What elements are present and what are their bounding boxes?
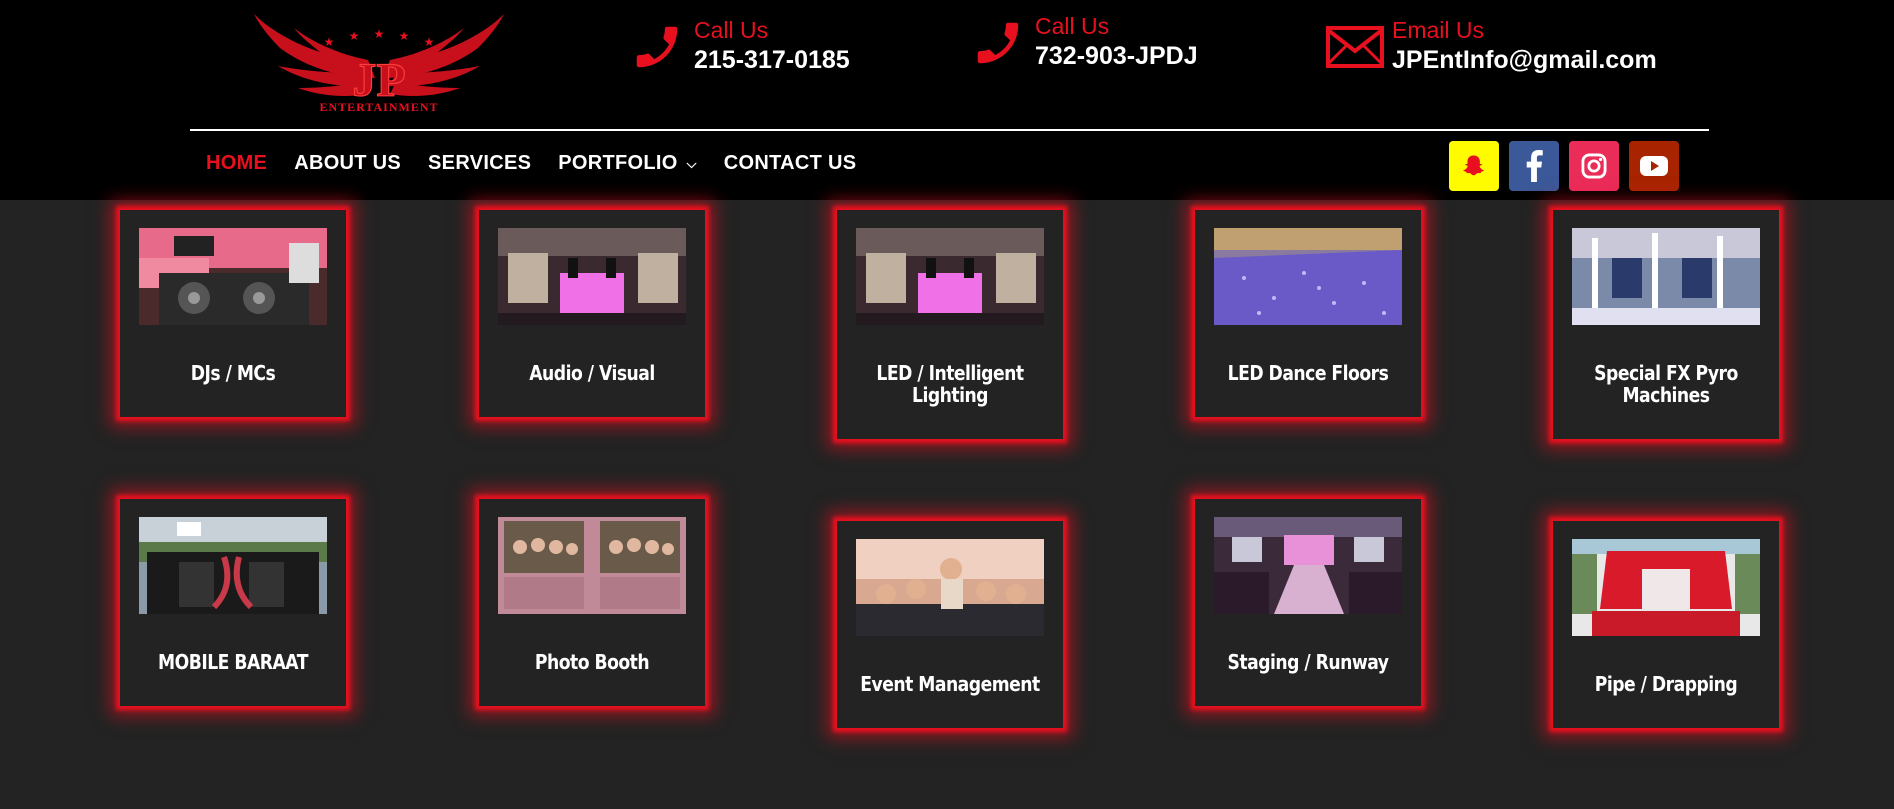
header-divider — [190, 129, 1709, 131]
service-card-djs-mcs[interactable]: DJs / MCs — [120, 210, 346, 417]
social-links — [1449, 141, 1689, 191]
service-title: DJs / MCs — [190, 361, 276, 385]
phone-icon — [967, 12, 1029, 74]
contact-label: Call Us — [694, 17, 769, 43]
nav-item-portfolio[interactable]: PORTFOLIO ⌵ — [558, 152, 697, 175]
youtube-icon — [1640, 156, 1668, 176]
snapchat-icon — [1463, 155, 1485, 176]
facebook-icon — [1526, 150, 1543, 182]
nav-item-services[interactable]: SERVICES — [428, 152, 531, 175]
nav-item-about-us[interactable]: ABOUT US — [294, 152, 401, 175]
service-title: Pipe / Drapping — [1594, 672, 1738, 696]
service-card-special-fx[interactable]: Special FX Pyro Machines — [1553, 210, 1779, 439]
service-card-led-dance-floors[interactable]: LED Dance Floors — [1195, 210, 1421, 417]
service-card-mobile-baraat[interactable]: MOBILE BARAAT — [120, 499, 346, 706]
service-title: MOBILE BARAAT — [158, 650, 308, 674]
instagram-button[interactable] — [1569, 141, 1619, 191]
snapchat-button[interactable] — [1449, 141, 1499, 191]
service-card-pipe-drapping[interactable]: Pipe / Drapping — [1553, 521, 1779, 728]
svg-text:★: ★ — [399, 29, 410, 43]
service-image-audio-setup — [498, 228, 686, 325]
service-title: Audio / Visual — [529, 361, 655, 385]
service-image-dj-booth — [139, 228, 327, 325]
chevron-down-icon: ⌵ — [686, 155, 697, 171]
svg-text:★: ★ — [324, 35, 335, 49]
service-image-photo-strip — [498, 517, 686, 614]
contact-phone-number[interactable]: 215-317-0185 — [694, 44, 850, 76]
service-image-mandap-drapes — [1572, 539, 1760, 636]
youtube-button[interactable] — [1629, 141, 1679, 191]
site-header: ★ ★ ★ ★ ★ JP ENTERTAINMENT Call Us 215-3… — [0, 0, 1894, 200]
contact-email-address[interactable]: JPEntInfo@gmail.com — [1392, 44, 1657, 76]
service-image-dance-floor — [1214, 228, 1402, 325]
service-image-pyro-fx — [1572, 228, 1760, 325]
contact-label: Email Us — [1392, 17, 1485, 43]
service-title: Special FX Pyro Machines — [1594, 361, 1738, 407]
service-card-audio-visual[interactable]: Audio / Visual — [479, 210, 705, 417]
jp-entertainment-logo[interactable]: ★ ★ ★ ★ ★ JP ENTERTAINMENT — [250, 8, 508, 114]
svg-text:★: ★ — [424, 35, 435, 49]
instagram-icon — [1581, 153, 1607, 179]
service-image-baraat-vehicle — [139, 517, 327, 614]
service-title: Photo Booth — [534, 650, 650, 674]
service-title: LED / Intelligent Lighting — [876, 361, 1024, 407]
service-image-stage-runway — [1214, 517, 1402, 614]
svg-text:★: ★ — [374, 27, 385, 41]
nav-item-home[interactable]: HOME — [206, 152, 267, 175]
service-card-event-management[interactable]: Event Management — [837, 521, 1063, 728]
facebook-button[interactable] — [1509, 141, 1559, 191]
contact-email[interactable]: Email Us JPEntInfo@gmail.com — [1324, 16, 1657, 78]
contact-phone-2[interactable]: Call Us 732-903-JPDJ — [967, 12, 1198, 74]
service-card-led-lighting[interactable]: LED / Intelligent Lighting — [837, 210, 1063, 439]
service-image-event-crowd — [856, 539, 1044, 636]
contact-phone-1[interactable]: Call Us 215-317-0185 — [626, 16, 850, 78]
envelope-icon — [1324, 16, 1386, 78]
svg-text:ENTERTAINMENT: ENTERTAINMENT — [319, 100, 438, 114]
service-card-staging-runway[interactable]: Staging / Runway — [1195, 499, 1421, 706]
nav-item-contact-us[interactable]: CONTACT US — [724, 152, 857, 175]
main-nav: HOME ABOUT US SERVICES PORTFOLIO ⌵ CONTAC… — [206, 152, 883, 175]
service-card-photo-booth[interactable]: Photo Booth — [479, 499, 705, 706]
service-title: Staging / Runway — [1227, 650, 1389, 674]
phone-icon — [626, 16, 688, 78]
contact-phone-number[interactable]: 732-903-JPDJ — [1035, 40, 1198, 72]
contact-label: Call Us — [1035, 13, 1110, 39]
service-title: LED Dance Floors — [1227, 361, 1389, 385]
service-title: Event Management — [860, 672, 1040, 696]
service-image-lighting-setup — [856, 228, 1044, 325]
svg-text:★: ★ — [349, 29, 360, 43]
